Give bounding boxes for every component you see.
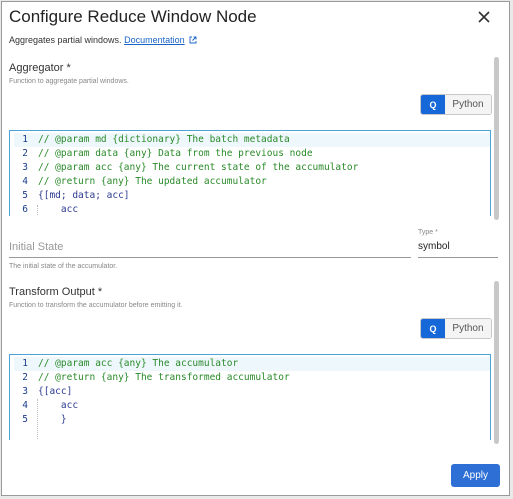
code-text: {[acc] [38, 386, 73, 397]
aggregator-code-editor[interactable]: 1 // @param md {dictionary} The batch met… [9, 130, 491, 216]
initial-state-help: The initial state of the accumulator. [9, 263, 118, 270]
code-line[interactable]: 4 // @return {any} The updated accumulato… [14, 175, 490, 189]
code-line[interactable]: 1 // @param acc {any} The accumulator [14, 357, 490, 371]
line-number: 1 [22, 358, 28, 369]
code-line[interactable]: 3 // @param acc {any} The current state o… [14, 161, 490, 175]
line-number: 2 [22, 148, 28, 159]
aggregator-title: Aggregator * [9, 62, 71, 74]
code-text: // @param md {dictionary} The batch meta… [38, 134, 290, 145]
scrollbar[interactable] [494, 57, 499, 220]
code-text: } [38, 414, 67, 425]
line-number: 4 [22, 400, 28, 411]
subtitle-text: Aggregates partial windows. [9, 35, 122, 45]
code-line[interactable]: 4 acc [14, 399, 490, 413]
line-number: 3 [22, 162, 28, 173]
code-line[interactable]: 3 {[acc] [14, 385, 490, 399]
initial-state-underline [9, 257, 411, 258]
initial-state-input[interactable]: Initial State [9, 241, 63, 253]
close-icon[interactable] [474, 7, 494, 27]
code-text: // @return {any} The updated accumulator [38, 176, 267, 187]
transform-title: Transform Output * [9, 286, 103, 298]
line-number: 4 [22, 176, 28, 187]
code-line[interactable]: 2 // @return {any} The transformed accumu… [14, 371, 490, 385]
code-text: acc [38, 400, 79, 411]
transform-python-toggle[interactable]: Python [445, 319, 491, 338]
transform-language-toggle: Q Python [420, 318, 492, 339]
code-text: // @return {any} The transformed accumul… [38, 372, 290, 383]
line-number: 1 [22, 134, 28, 145]
documentation-link[interactable]: Documentation [124, 35, 185, 45]
transform-description: Function to transform the accumulator be… [9, 302, 183, 309]
dialog-subtitle: Aggregates partial windows. Documentatio… [9, 35, 197, 45]
line-number: 2 [22, 372, 28, 383]
code-text: // @param data {any} Data from the previ… [38, 148, 313, 159]
configure-dialog: Configure Reduce Window Node Aggregates … [1, 1, 510, 496]
type-label: Type * [418, 229, 438, 236]
transform-code-editor[interactable]: 1 // @param acc {any} The accumulator 2 // … [9, 354, 491, 440]
type-select[interactable]: symbol [418, 241, 450, 252]
line-number: 6 [22, 204, 28, 215]
code-text: {[md; data; acc] [38, 190, 130, 201]
external-link-icon [189, 36, 197, 44]
aggregator-python-toggle[interactable]: Python [445, 95, 491, 114]
code-line[interactable]: 2 // @param data {any} Data from the prev… [14, 147, 490, 161]
aggregator-q-toggle[interactable]: Q [421, 95, 445, 114]
code-text: acc [38, 204, 79, 215]
aggregator-language-toggle: Q Python [420, 94, 492, 115]
scrollbar[interactable] [494, 281, 499, 444]
aggregator-description: Function to aggregate partial windows. [9, 78, 129, 85]
line-number: 5 [22, 414, 28, 425]
apply-button[interactable]: Apply [451, 464, 500, 487]
code-text: // @param acc {any} The current state of… [38, 162, 359, 173]
code-line[interactable]: 5 {[md; data; acc] [14, 189, 490, 203]
code-line[interactable]: 5 } [14, 413, 490, 427]
dialog-title: Configure Reduce Window Node [9, 7, 257, 26]
transform-q-toggle[interactable]: Q [421, 319, 445, 338]
code-text: // @param acc {any} The accumulator [38, 358, 239, 369]
code-line[interactable]: 6 acc [14, 203, 490, 216]
line-number: 5 [22, 190, 28, 201]
code-line[interactable]: 1 // @param md {dictionary} The batch met… [14, 133, 490, 147]
line-number: 3 [22, 386, 28, 397]
type-underline [418, 257, 498, 258]
